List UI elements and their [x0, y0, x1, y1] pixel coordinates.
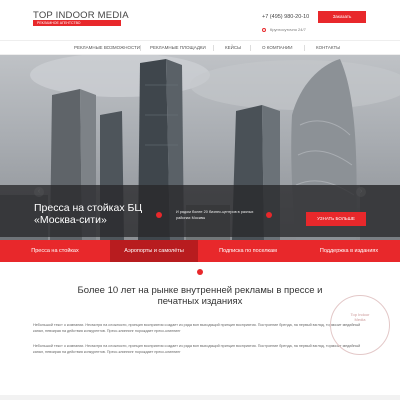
footer-strip: [0, 395, 400, 400]
address: Круглосуточно 24/7: [262, 27, 306, 32]
nav-item-cases[interactable]: КЕЙСЫ: [225, 45, 241, 50]
phone-number[interactable]: +7 (495) 980-20-10: [262, 14, 309, 20]
logo-tagline: РЕКЛАМНОЕ АГЕНТСТВО: [33, 20, 121, 26]
stamp-text: Top Indoor Media: [350, 312, 370, 322]
section-indicator-icon: [197, 269, 203, 275]
about-paragraph: Небольшой текст о компании. Несмотря на …: [33, 344, 361, 354]
location-pin-icon: [262, 28, 266, 32]
order-button[interactable]: Заказать: [318, 11, 366, 23]
nav-divider: [213, 45, 214, 51]
section-title: Более 10 лет на рынке внутренней рекламы…: [77, 285, 323, 307]
nav-item-venues[interactable]: РЕКЛАМНЫЕ ПЛОЩАДКИ: [150, 45, 206, 50]
address-text: Круглосуточно 24/7: [270, 27, 306, 32]
nav-item-advertising[interactable]: РЕКЛАМНЫЕ ВОЗМОЖНОСТИ: [74, 45, 140, 50]
main-nav: РЕКЛАМНЫЕ ВОЗМОЖНОСТИ РЕКЛАМНЫЕ ПЛОЩАДКИ…: [0, 40, 400, 55]
site-header: TOP INDOOR MEDIA РЕКЛАМНОЕ АГЕНТСТВО +7 …: [0, 0, 400, 40]
stamp-icon: [330, 295, 390, 355]
nav-divider: [140, 45, 141, 51]
learn-more-button[interactable]: УЗНАТЬ БОЛЬШЕ: [306, 212, 366, 226]
tab-airports[interactable]: Аэропорты и самолёты: [110, 240, 198, 262]
about-paragraph: Небольшой текст о компании. Несмотря на …: [33, 323, 361, 333]
hero-dot-icon: [156, 212, 162, 218]
tab-publications[interactable]: Поддержка в изданиях: [298, 240, 400, 262]
hero-dot-icon: [266, 212, 272, 218]
nav-divider: [304, 45, 305, 51]
hero-description: И рядом более 20 бизнес-центров в разных…: [176, 210, 254, 220]
nav-item-about[interactable]: О КОМПАНИИ: [262, 45, 293, 50]
nav-item-contacts[interactable]: КОНТАКТЫ: [316, 45, 340, 50]
nav-divider: [250, 45, 251, 51]
category-tabs: Пресса на стойках Аэропорты и самолёты П…: [0, 240, 400, 262]
tab-subscription[interactable]: Подписка по поселкам: [198, 240, 298, 262]
tab-press-stands[interactable]: Пресса на стойках: [0, 240, 110, 262]
hero-title: Пресса на стойках БЦ «Москва-сити»: [34, 202, 143, 226]
